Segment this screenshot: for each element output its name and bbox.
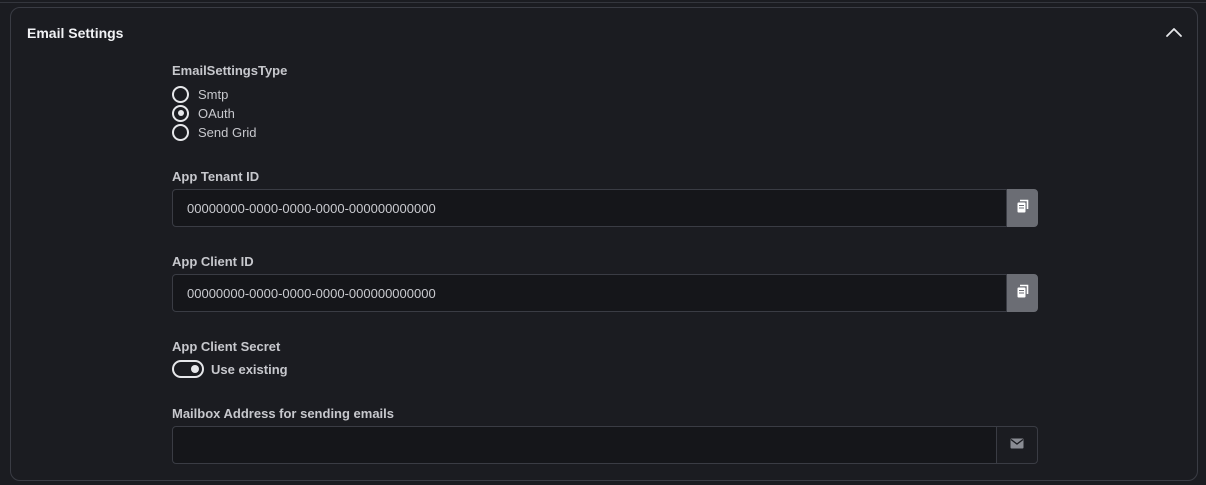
radio-oauth[interactable]: OAuth [172,104,235,122]
radio-send-grid[interactable]: Send Grid [172,123,257,141]
mailbox-addon [997,426,1038,464]
radio-label: OAuth [198,105,235,121]
client-id-group [172,274,1038,312]
chevron-up-icon[interactable] [1165,24,1183,42]
top-divider [0,0,1206,3]
email-settings-panel: Email Settings EmailSettingsType Smtp OA… [10,7,1198,481]
email-settings-type-label: EmailSettingsType [172,63,288,78]
radio-label: Smtp [198,86,229,102]
tenant-id-input[interactable] [172,189,1007,227]
mailbox-label: Mailbox Address for sending emails [172,406,395,421]
client-id-input[interactable] [172,274,1007,312]
use-existing-toggle-row[interactable]: Use existing [172,360,288,378]
radio-smtp[interactable]: Smtp [172,85,228,103]
mailbox-group [172,426,1038,464]
copy-client-id-button[interactable] [1007,274,1038,312]
mailbox-input[interactable] [172,426,997,464]
copy-tenant-id-button[interactable] [1007,189,1038,227]
radio-button[interactable] [172,85,189,103]
toggle-knob [191,365,199,373]
panel-title: Email Settings [27,25,124,41]
envelope-icon [1010,436,1024,454]
tenant-id-label: App Tenant ID [172,169,260,184]
radio-button[interactable] [172,104,189,122]
copy-icon [1016,284,1030,303]
client-id-label: App Client ID [172,254,254,269]
copy-icon [1016,199,1030,218]
client-secret-label: App Client Secret [172,339,281,354]
radio-label: Send Grid [198,124,257,140]
toggle-label: Use existing [211,361,288,377]
panel-header[interactable]: Email Settings [11,8,1197,58]
tenant-id-group [172,189,1038,227]
use-existing-toggle[interactable] [172,360,204,378]
radio-button[interactable] [172,123,189,141]
